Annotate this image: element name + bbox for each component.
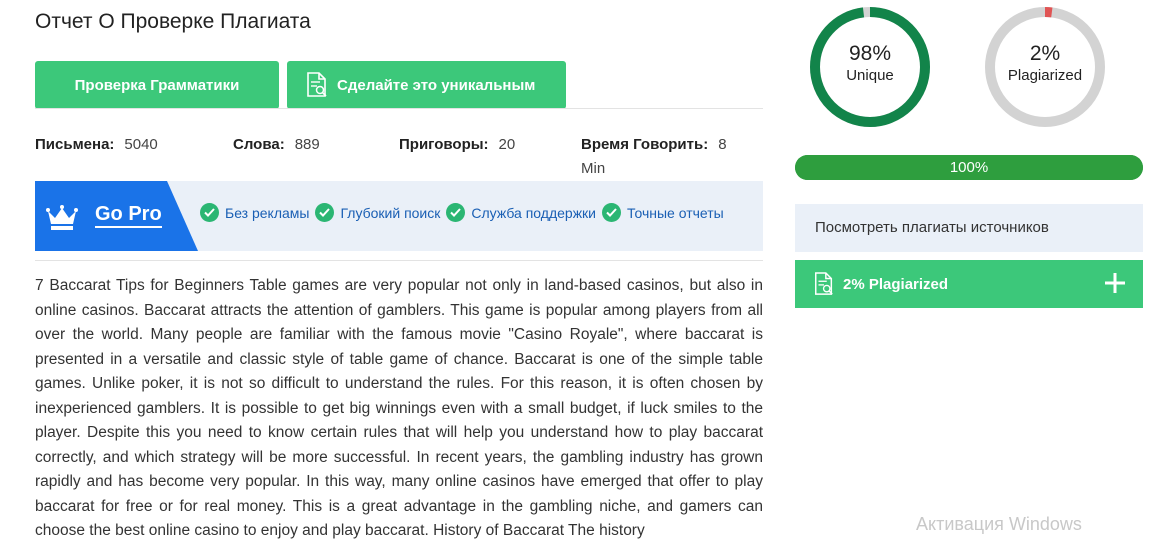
feature-item: Без рекламы [200,203,309,222]
plagiarized-sources-toggle[interactable]: 2% Plagiarized [795,260,1143,308]
check-icon [602,203,622,222]
go-pro-badge[interactable]: Go Pro [35,181,198,251]
stat-label: Время Говорить: [581,136,709,153]
make-unique-button[interactable]: Сделайте это уникальным [287,61,566,109]
plagiarized-label: Plagiarized [1007,67,1083,84]
check-icon [446,203,466,222]
stat-value: 5040 [124,136,158,153]
divider [35,108,763,109]
check-icon [315,203,335,222]
unique-score-ring: 98% Unique [809,6,931,128]
page-title: Отчет О Проверке Плагиата [35,10,311,33]
stat-label: Приговоры: [399,136,489,153]
stat-sentences: Приговоры: 20 [399,133,515,157]
plagiarized-sources-label: 2% Plagiarized [843,275,949,293]
document-search-icon [307,72,327,97]
feature-item: Точные отчеты [602,203,724,222]
go-pro-banner: Go Pro Без рекламы Глубокий поиск Служба… [35,181,763,251]
feature-label: Глубокий поиск [340,204,441,221]
divider [35,260,763,261]
stat-label: Слова: [233,136,285,153]
pro-features-list: Без рекламы Глубокий поиск Служба поддер… [200,203,730,222]
feature-label: Служба поддержки [471,204,597,221]
document-search-icon [815,272,833,295]
unique-percent: 98% [848,42,892,65]
stat-speaking-time: Время Говорить: 8 Min [581,133,751,181]
ring-label: 2% Plagiarized [984,41,1106,84]
grammar-check-label: Проверка Грамматики [74,76,240,94]
view-sources-label: Посмотреть плагиаты источников [815,219,1049,236]
plus-icon[interactable] [1103,270,1127,296]
progress-bar: 100% [795,155,1143,180]
stat-value: 20 [498,136,516,153]
view-sources-link[interactable]: Посмотреть плагиаты источников [795,204,1143,252]
feature-label: Точные отчеты [627,204,724,221]
check-icon [200,203,219,222]
go-pro-link[interactable]: Go Pro [95,203,162,228]
windows-activation-watermark: Активация Windows [916,514,1082,534]
stat-words: Слова: 889 [233,133,320,157]
stat-characters: Письмена: 5040 [35,133,158,157]
plagiarized-percent: 2% [1029,42,1061,65]
crown-icon [46,205,78,230]
feature-item: Глубокий поиск [315,203,440,222]
stat-value: 889 [294,136,320,153]
plagiarized-score-ring: 2% Plagiarized [984,6,1106,128]
article-text: 7 Baccarat Tips for Beginners Table game… [35,277,763,539]
make-unique-label: Сделайте это уникальным [337,76,536,94]
feature-item: Служба поддержки [446,203,596,222]
progress-label: 100% [949,159,989,176]
feature-label: Без рекламы [225,204,310,221]
stat-label: Письмена: [35,136,115,153]
unique-label: Unique [846,67,894,84]
grammar-check-button[interactable]: Проверка Грамматики [35,61,279,109]
ring-label: 98% Unique [809,41,931,84]
